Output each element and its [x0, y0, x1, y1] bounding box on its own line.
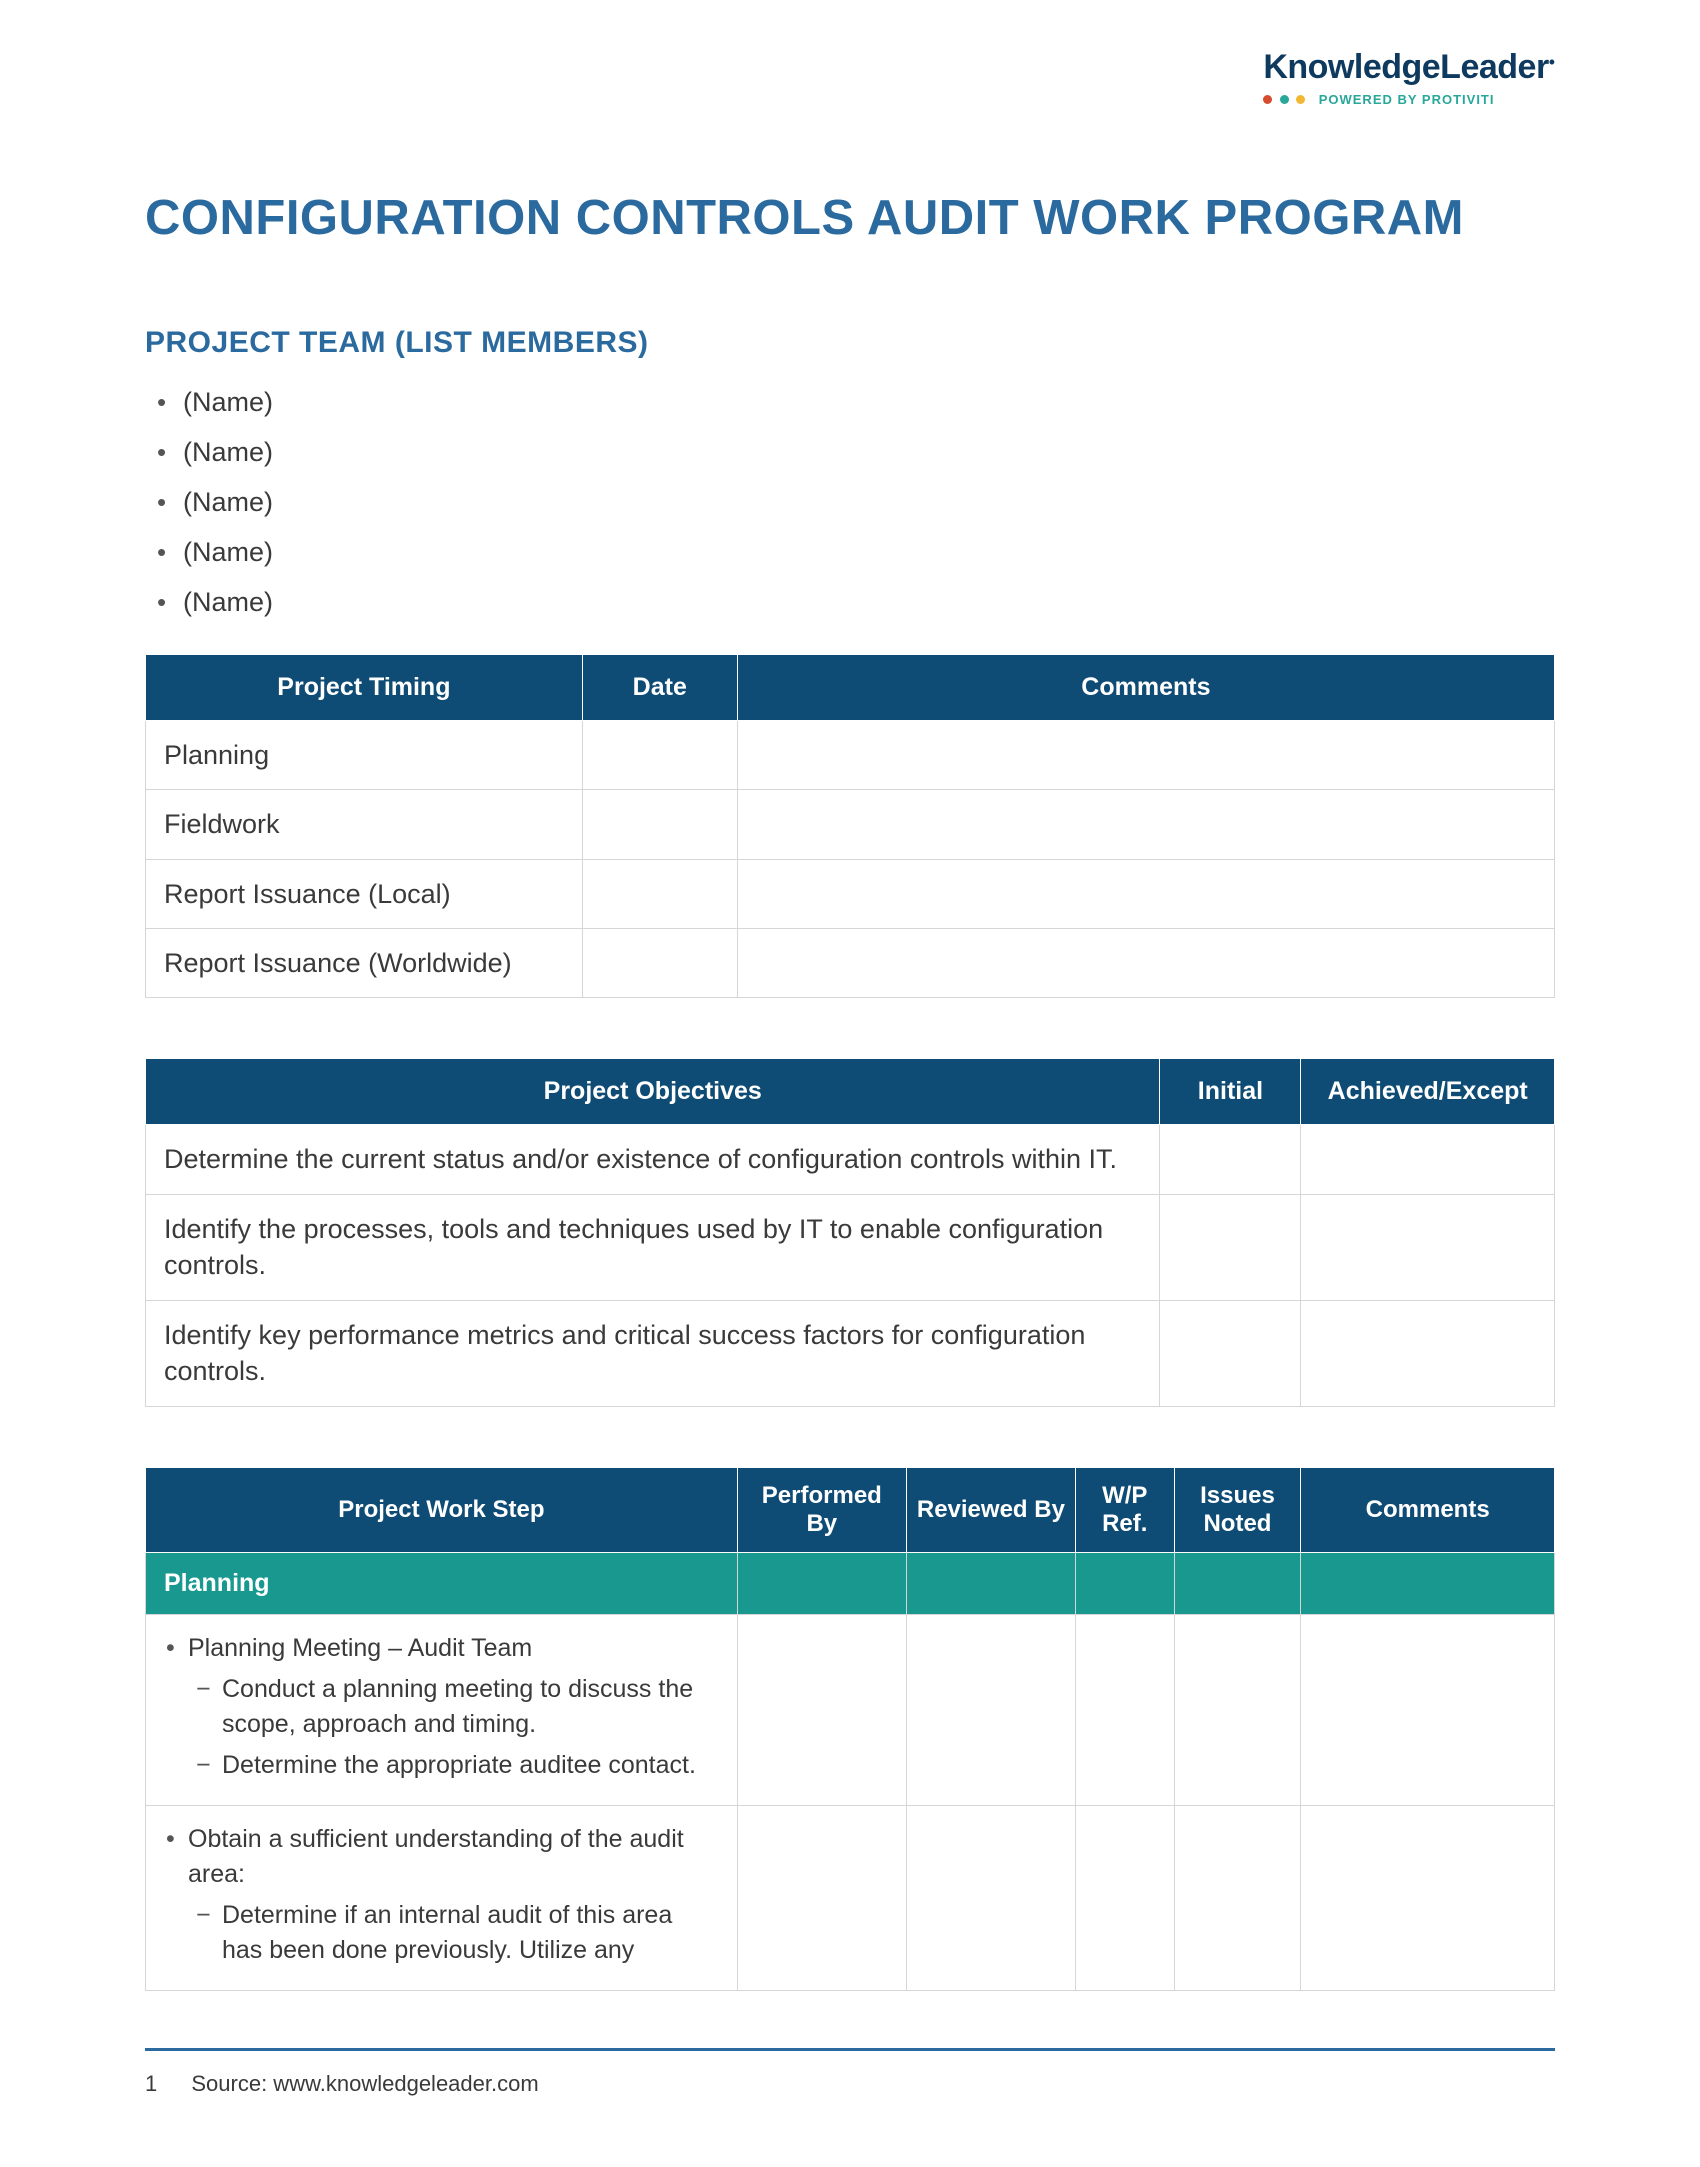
- table-header-row: Project Work Step Performed By Reviewed …: [146, 1467, 1555, 1552]
- cell-comments: [737, 790, 1554, 859]
- document-page: KnowledgeLeader• POWERED BY PROTIVITI CO…: [0, 0, 1700, 2167]
- th-performed: Performed By: [737, 1467, 906, 1552]
- cell-issues: [1174, 1806, 1301, 1991]
- brand-dot: •: [1549, 52, 1555, 72]
- th-wpref: W/P Ref.: [1075, 1467, 1174, 1552]
- team-list: (Name) (Name) (Name) (Name) (Name): [145, 378, 1555, 628]
- team-member: (Name): [183, 528, 1555, 578]
- section-blank: [1075, 1552, 1174, 1615]
- cell-date: [582, 929, 737, 998]
- footer-source: Source: www.knowledgeleader.com: [191, 2071, 538, 2096]
- dot-icon: [1263, 95, 1272, 104]
- cell-objective: Determine the current status and/or exis…: [146, 1125, 1160, 1194]
- team-member: (Name): [183, 428, 1555, 478]
- dot-icon: [1280, 95, 1289, 104]
- team-member: (Name): [183, 478, 1555, 528]
- cell-workstep: Planning Meeting – Audit Team Conduct a …: [146, 1615, 738, 1806]
- table-row: Determine the current status and/or exis…: [146, 1125, 1555, 1194]
- cell-comments: [1301, 1615, 1555, 1806]
- cell-comments: [737, 720, 1554, 789]
- timing-table: Project Timing Date Comments Planning Fi…: [145, 654, 1555, 999]
- cell-date: [582, 720, 737, 789]
- section-label: Planning: [146, 1552, 738, 1615]
- page-number: 1: [145, 2071, 157, 2096]
- section-row: Planning: [146, 1552, 1555, 1615]
- step-title: Planning Meeting – Audit Team: [188, 1631, 719, 1666]
- th-objectives: Project Objectives: [146, 1059, 1160, 1125]
- cell-wpref: [1075, 1806, 1174, 1991]
- cell-reviewed: [906, 1806, 1075, 1991]
- th-achieved: Achieved/Except: [1301, 1059, 1555, 1125]
- worksteps-table: Project Work Step Performed By Reviewed …: [145, 1467, 1555, 1992]
- cell-comments: [1301, 1806, 1555, 1991]
- cell-initial: [1160, 1125, 1301, 1194]
- section-blank: [906, 1552, 1075, 1615]
- cell-comments: [737, 859, 1554, 928]
- cell-reviewed: [906, 1615, 1075, 1806]
- footer-rule: [145, 2048, 1555, 2051]
- th-issues: Issues Noted: [1174, 1467, 1301, 1552]
- cell-label: Planning: [146, 720, 583, 789]
- cell-initial: [1160, 1300, 1301, 1406]
- table-row: Planning: [146, 720, 1555, 789]
- objectives-table: Project Objectives Initial Achieved/Exce…: [145, 1058, 1555, 1406]
- team-member: (Name): [183, 378, 1555, 428]
- th-workstep: Project Work Step: [146, 1467, 738, 1552]
- cell-workstep: Obtain a sufficient understanding of the…: [146, 1806, 738, 1991]
- cell-achieved: [1301, 1125, 1555, 1194]
- cell-comments: [737, 929, 1554, 998]
- team-member: (Name): [183, 578, 1555, 628]
- cell-issues: [1174, 1615, 1301, 1806]
- section-blank: [737, 1552, 906, 1615]
- th-comments: Comments: [737, 654, 1554, 720]
- section-blank: [1301, 1552, 1555, 1615]
- th-initial: Initial: [1160, 1059, 1301, 1125]
- table-header-row: Project Objectives Initial Achieved/Exce…: [146, 1059, 1555, 1125]
- cell-wpref: [1075, 1615, 1174, 1806]
- table-row: Identify key performance metrics and cri…: [146, 1300, 1555, 1406]
- footer-text: 1 Source: www.knowledgeleader.com: [145, 2071, 1555, 2097]
- cell-objective: Identify the processes, tools and techni…: [146, 1194, 1160, 1300]
- cell-achieved: [1301, 1300, 1555, 1406]
- th-date: Date: [582, 654, 737, 720]
- th-comments: Comments: [1301, 1467, 1555, 1552]
- cell-performed: [737, 1806, 906, 1991]
- cell-date: [582, 859, 737, 928]
- brand-name: KnowledgeLeader: [1263, 48, 1548, 86]
- table-row: Obtain a sufficient understanding of the…: [146, 1806, 1555, 1991]
- brand-tagline: POWERED BY PROTIVITI: [1319, 92, 1495, 107]
- cell-achieved: [1301, 1194, 1555, 1300]
- step-sub: Determine the appropriate auditee contac…: [222, 1748, 719, 1783]
- cell-label: Fieldwork: [146, 790, 583, 859]
- cell-objective: Identify key performance metrics and cri…: [146, 1300, 1160, 1406]
- cell-performed: [737, 1615, 906, 1806]
- step-sub: Conduct a planning meeting to discuss th…: [222, 1672, 719, 1742]
- th-reviewed: Reviewed By: [906, 1467, 1075, 1552]
- section-blank: [1174, 1552, 1301, 1615]
- step-title: Obtain a sufficient understanding of the…: [188, 1822, 719, 1892]
- brand-logo: KnowledgeLeader• POWERED BY PROTIVITI: [1263, 48, 1555, 109]
- team-heading: PROJECT TEAM (LIST MEMBERS): [145, 326, 1555, 360]
- table-header-row: Project Timing Date Comments: [146, 654, 1555, 720]
- page-footer: 1 Source: www.knowledgeleader.com: [145, 2048, 1555, 2097]
- dot-icon: [1296, 95, 1305, 104]
- table-row: Identify the processes, tools and techni…: [146, 1194, 1555, 1300]
- table-row: Fieldwork: [146, 790, 1555, 859]
- page-title: CONFIGURATION CONTROLS AUDIT WORK PROGRA…: [145, 190, 1555, 246]
- table-row: Report Issuance (Local): [146, 859, 1555, 928]
- th-project-timing: Project Timing: [146, 654, 583, 720]
- table-row: Planning Meeting – Audit Team Conduct a …: [146, 1615, 1555, 1806]
- cell-date: [582, 790, 737, 859]
- cell-label: Report Issuance (Worldwide): [146, 929, 583, 998]
- cell-label: Report Issuance (Local): [146, 859, 583, 928]
- table-row: Report Issuance (Worldwide): [146, 929, 1555, 998]
- step-sub: Determine if an internal audit of this a…: [222, 1898, 719, 1968]
- cell-initial: [1160, 1194, 1301, 1300]
- brand-subline: POWERED BY PROTIVITI: [1263, 91, 1555, 109]
